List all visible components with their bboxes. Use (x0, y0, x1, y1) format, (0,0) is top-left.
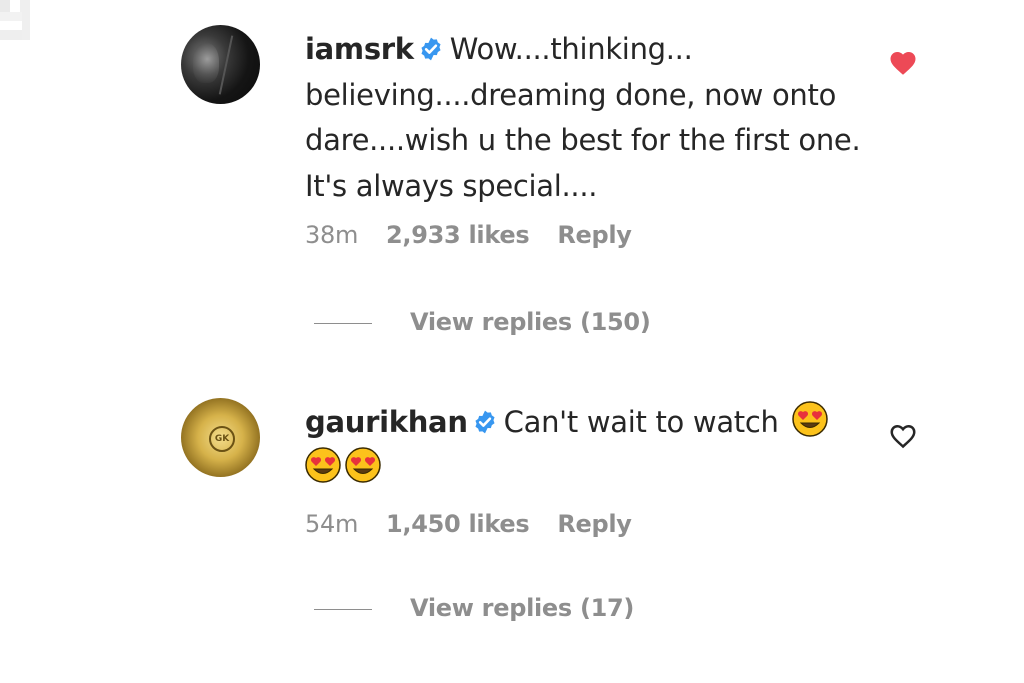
avatar[interactable]: GK (181, 398, 260, 477)
comment-text-block: iamsrk Wow....thinking... believing....d… (305, 27, 865, 209)
heart-eyes-emoji-icon (305, 446, 341, 483)
comment-time[interactable]: 38m (305, 221, 358, 249)
comment-text: Can't wait to watch (503, 405, 779, 439)
reply-button[interactable]: Reply (557, 510, 632, 538)
view-replies-button[interactable]: View replies (17) (314, 594, 634, 622)
reply-button[interactable]: Reply (557, 221, 632, 249)
corner-artifact (0, 0, 40, 40)
comment-likes[interactable]: 1,450 likes (386, 510, 530, 538)
heart-filled-icon[interactable] (888, 48, 918, 76)
comment-meta: 54m 1,450 likes Reply (305, 510, 660, 538)
comment-username[interactable]: iamsrk (305, 32, 414, 66)
view-replies-label: View replies (150) (410, 308, 651, 336)
comment-body: iamsrk Wow....thinking... believing....d… (305, 27, 865, 209)
comment-time[interactable]: 54m (305, 510, 358, 538)
comment-text-block: gaurikhan Can't wait to watch (305, 400, 865, 491)
logo-icon: GK (209, 426, 235, 452)
heart-eyes-emoji-icon (345, 446, 381, 483)
verified-badge-icon (475, 410, 495, 434)
comment-body: gaurikhan Can't wait to watch (305, 400, 865, 491)
verified-badge-icon (421, 37, 441, 61)
avatar[interactable] (181, 25, 260, 104)
heart-outline-icon[interactable] (888, 421, 918, 449)
comment-likes[interactable]: 2,933 likes (386, 221, 530, 249)
heart-eyes-emoji-icon (791, 401, 828, 437)
comment-username[interactable]: gaurikhan (305, 405, 468, 439)
view-replies-line (314, 322, 372, 324)
view-replies-line (314, 608, 372, 610)
comment-meta: 38m 2,933 likes Reply (305, 221, 660, 249)
view-replies-button[interactable]: View replies (150) (314, 308, 651, 336)
view-replies-label: View replies (17) (410, 594, 635, 622)
